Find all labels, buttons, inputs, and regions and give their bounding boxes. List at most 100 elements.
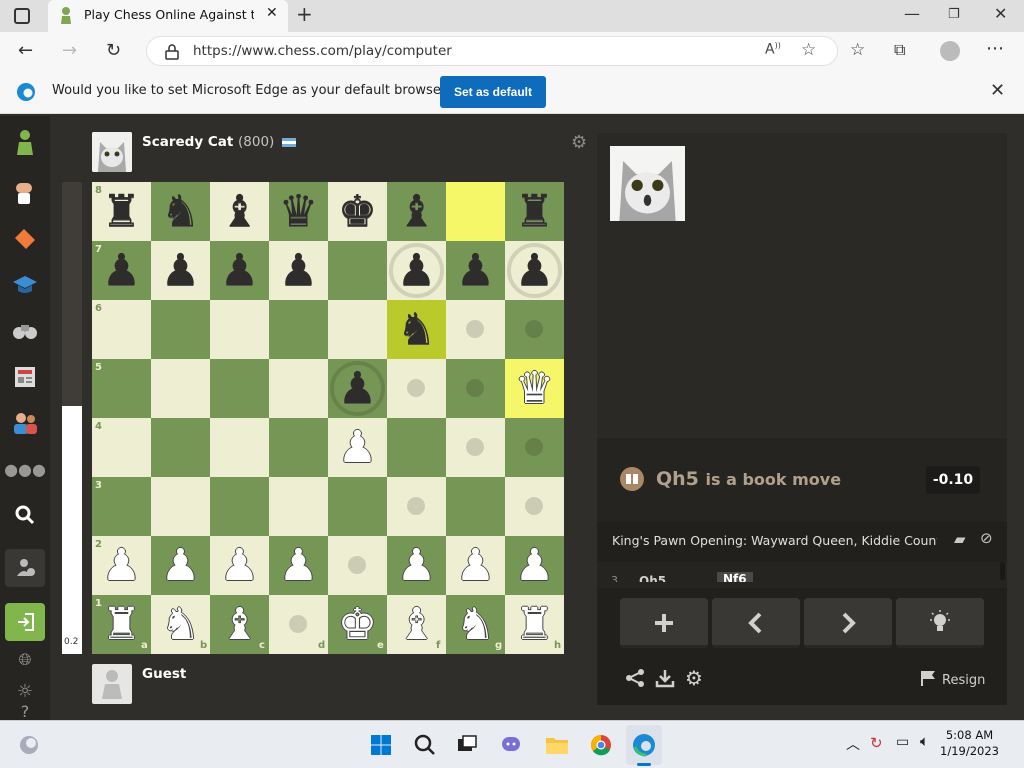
black-bishop-f8[interactable]: ♝ [387,182,446,241]
system-clock[interactable]: 5:08 AM 1/19/2023 [940,727,999,759]
help-icon[interactable]: ? [10,702,40,720]
white-pawn-h2[interactable]: ♟ [505,536,564,595]
language-globe-icon[interactable]: 🌐︎ [10,645,40,675]
black-pawn-h7[interactable]: ♟ [505,241,564,300]
black-rook-h8[interactable]: ♜ [505,182,564,241]
chevron-up-icon[interactable]: ︿ [846,734,860,754]
square-g8[interactable] [446,182,505,241]
opening-book-icon[interactable]: ▰ [954,530,966,548]
profile-avatar-icon[interactable] [940,41,960,61]
hint-button[interactable] [896,598,984,648]
white-pawn-d2[interactable]: ♟ [269,536,328,595]
black-queen-d8[interactable]: ♛ [269,182,328,241]
taskbar-search-icon[interactable] [412,732,438,758]
square-c5[interactable] [210,359,269,418]
white-pawn-g2[interactable]: ♟ [446,536,505,595]
chrome-icon[interactable] [588,732,614,758]
browser-tab[interactable]: Play Chess Online Against the Computer ✕ [48,0,288,32]
white-pawn-e4[interactable]: ♟ [328,418,387,477]
white-pawn-c2[interactable]: ♟ [210,536,269,595]
opening-name[interactable]: King's Pawn Opening: Wayward Queen, Kidd… [612,533,937,548]
square-c3[interactable] [210,477,269,536]
task-view-icon[interactable] [454,732,480,758]
player-name[interactable]: Guest [142,666,186,682]
close-tab-icon[interactable]: ✕ [266,5,278,21]
move-hint-dot[interactable] [348,556,366,574]
share-icon[interactable] [625,668,645,693]
white-pawn-f2[interactable]: ♟ [387,536,446,595]
widgets-icon[interactable] [16,732,42,758]
square-c6[interactable] [210,300,269,359]
chesscom-logo-icon[interactable] [10,128,40,158]
square-c4[interactable] [210,418,269,477]
sign-up-button[interactable] [5,549,45,587]
update-refresh-icon[interactable]: ↻ [870,734,883,752]
opponent-name[interactable]: Scaredy Cat [142,134,233,150]
file-explorer-icon[interactable] [544,732,570,758]
square-e6[interactable] [328,300,387,359]
teams-chat-icon[interactable] [498,732,524,758]
volume-icon[interactable]: 🔈︎ [920,732,929,750]
move-hint-dot[interactable] [466,438,484,456]
move-list-scrollbar[interactable] [1000,562,1005,580]
black-pawn-d7[interactable]: ♟ [269,241,328,300]
square-g3[interactable] [446,477,505,536]
square-e3[interactable] [328,477,387,536]
next-move-button[interactable] [804,598,892,648]
move-hint-dot[interactable] [525,497,543,515]
resign-button[interactable]: Resign [920,670,985,688]
play-icon[interactable] [10,178,40,208]
square-b3[interactable] [151,477,210,536]
square-e7[interactable] [328,241,387,300]
lock-icon[interactable] [165,44,179,60]
new-game-button[interactable] [620,598,708,648]
black-pawn-b7[interactable]: ♟ [151,241,210,300]
explore-compass-icon[interactable]: ⊘ [980,529,993,547]
social-icon[interactable] [10,408,40,438]
square-d3[interactable] [269,477,328,536]
more-icon[interactable]: ●●● [4,454,46,484]
learn-icon[interactable] [10,270,40,300]
forward-icon[interactable]: → [62,40,77,61]
square-b5[interactable] [151,359,210,418]
restore-icon[interactable]: ❐ [948,7,960,22]
square-b6[interactable] [151,300,210,359]
new-tab-icon[interactable]: + [296,2,313,26]
watch-icon[interactable] [10,316,40,346]
move-white[interactable]: Qh5 [639,574,666,582]
search-icon[interactable] [10,500,40,530]
black-pawn-g7[interactable]: ♟ [446,241,505,300]
square-b4[interactable] [151,418,210,477]
address-bar[interactable]: https://www.chess.com/play/computer A)) … [146,36,838,66]
black-pawn-e5[interactable]: ♟ [328,359,387,418]
back-icon[interactable]: ← [18,40,33,61]
square-d6[interactable] [269,300,328,359]
square-d4[interactable] [269,418,328,477]
previous-move-button[interactable] [712,598,800,648]
black-pawn-f7[interactable]: ♟ [387,241,446,300]
network-icon[interactable]: ▭ [896,734,909,750]
add-favorite-icon[interactable]: ☆ [801,40,816,60]
move-hint-dot[interactable] [525,320,543,338]
move-hint-dot[interactable] [525,438,543,456]
white-queen-h5[interactable]: ♛ [505,359,564,418]
black-pawn-c7[interactable]: ♟ [210,241,269,300]
square-d5[interactable] [269,359,328,418]
move-hint-dot[interactable] [466,379,484,397]
opponent-avatar[interactable] [92,132,132,172]
set-as-default-button[interactable]: Set as default [440,76,546,108]
close-window-icon[interactable]: ✕ [994,4,1007,23]
puzzles-icon[interactable] [10,224,40,254]
close-infobar-icon[interactable]: ✕ [990,80,1005,101]
settings-gear-icon[interactable]: ⚙ [685,666,703,690]
move-black[interactable]: Nf6 [717,572,753,582]
move-hint-dot[interactable] [289,615,307,633]
black-knight-f6[interactable]: ♞ [387,300,446,359]
move-hint-dot[interactable] [407,379,425,397]
square-f4[interactable] [387,418,446,477]
start-windows-icon[interactable] [368,732,394,758]
more-menu-icon[interactable]: ⋯ [986,38,1004,59]
move-hint-dot[interactable] [466,320,484,338]
news-icon[interactable] [10,362,40,392]
player-avatar[interactable] [92,664,132,704]
